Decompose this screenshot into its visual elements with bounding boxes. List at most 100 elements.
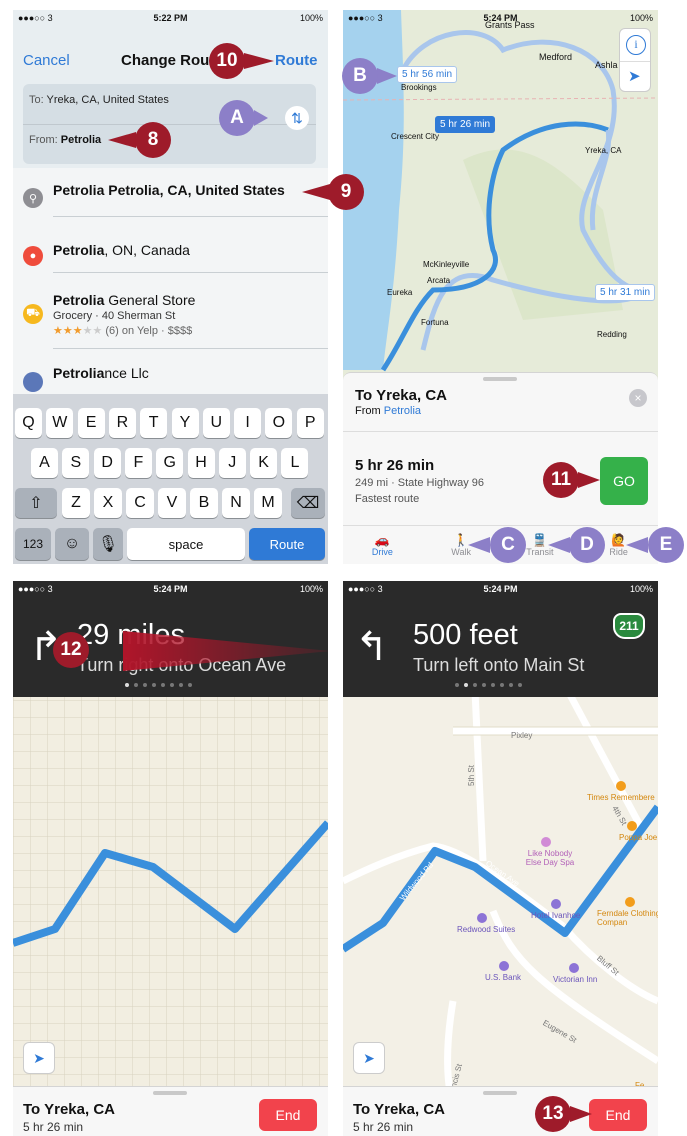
tab-drive[interactable]: 🚗 Drive <box>343 527 422 564</box>
key-k[interactable]: K <box>250 448 278 478</box>
key-q[interactable]: Q <box>15 408 42 438</box>
spa-icon[interactable] <box>541 837 551 847</box>
key-e[interactable]: E <box>77 408 105 438</box>
carrier: ●●●○○ 3 <box>18 13 53 23</box>
poi-label: Ferndale Clothing Compan <box>597 909 658 927</box>
list-item[interactable]: ⛟ Petrolia General Store Grocery · 40 Sh… <box>13 274 328 348</box>
hotel-icon[interactable] <box>551 899 561 909</box>
key-u[interactable]: U <box>202 408 230 438</box>
maneuver-instruction: Turn left onto Main St <box>413 655 585 675</box>
route-key[interactable]: Route <box>249 528 325 560</box>
key-z[interactable]: Z <box>62 488 90 518</box>
close-icon[interactable]: × <box>629 389 647 407</box>
key-b[interactable]: B <box>190 488 218 518</box>
page-dots <box>125 683 192 687</box>
key-l[interactable]: L <box>281 448 309 478</box>
callout-a: A <box>219 100 255 136</box>
poi-label: Victorian Inn <box>553 975 598 984</box>
list-item[interactable]: ⚲ Petrolia Petrolia, CA, United States <box>13 168 328 218</box>
poi-label: Hotel Ivanhoe <box>531 911 581 920</box>
list-item[interactable]: Petroliance Llc <box>13 350 328 398</box>
end-button[interactable]: End <box>589 1099 647 1131</box>
to-field[interactable]: To: Yreka, CA, United States <box>29 94 169 106</box>
status-bar: ●●●○○ 3 5:22 PM 100% <box>13 10 328 26</box>
key-w[interactable]: W <box>46 408 74 438</box>
route-time-bubble[interactable]: 5 hr 31 min <box>595 284 656 301</box>
destination-title: To Yreka, CA <box>353 1101 445 1118</box>
swap-icon[interactable]: ⇅ <box>285 106 309 130</box>
route-time-bubble[interactable]: 5 hr 56 min <box>397 66 458 83</box>
callout-d: D <box>569 527 605 563</box>
info-icon[interactable]: i <box>626 35 646 55</box>
hotel-icon[interactable] <box>477 913 487 923</box>
key-y[interactable]: Y <box>171 408 199 438</box>
grab-handle[interactable] <box>153 1091 187 1095</box>
carrier: ●●●○○ 3 <box>18 584 53 594</box>
route-details: 249 mi · State Highway 96 <box>355 477 485 489</box>
place-label: Arcata <box>427 276 451 285</box>
street-label: 5th St <box>466 765 476 786</box>
callout-pointer <box>244 53 274 69</box>
key-d[interactable]: D <box>93 448 121 478</box>
key-i[interactable]: I <box>234 408 262 438</box>
route-button[interactable]: Route <box>275 52 318 69</box>
place-label: Eureka <box>387 288 413 297</box>
map-grid <box>13 691 328 1136</box>
divider <box>343 431 658 432</box>
callout-pointer <box>626 537 648 553</box>
poi-label: Like Nobody Else Day Spa <box>525 849 575 867</box>
hotel-icon[interactable] <box>569 963 579 973</box>
key-v[interactable]: V <box>158 488 186 518</box>
callout-8: 8 <box>135 122 171 158</box>
shopping-icon[interactable] <box>625 897 635 907</box>
space-key[interactable]: space <box>127 528 245 560</box>
place-label: Yreka, CA <box>585 146 622 155</box>
key-x[interactable]: X <box>94 488 122 518</box>
key-a[interactable]: A <box>31 448 58 478</box>
go-button[interactable]: GO <box>600 457 648 505</box>
key-h[interactable]: H <box>187 448 215 478</box>
key-g[interactable]: G <box>156 448 184 478</box>
divider <box>343 525 658 526</box>
trip-eta: 5 hr 26 min <box>353 1120 414 1134</box>
key-r[interactable]: R <box>108 408 136 438</box>
page-title: Change Rou <box>121 52 210 69</box>
grab-handle[interactable] <box>483 1091 517 1095</box>
callout-pointer <box>108 132 136 148</box>
list-item[interactable]: ● Petrolia, ON, Canada <box>13 218 328 274</box>
location-icon[interactable]: ➤ <box>628 67 641 85</box>
key-m[interactable]: M <box>254 488 282 518</box>
cancel-button[interactable]: Cancel <box>23 52 70 69</box>
restaurant-icon[interactable] <box>627 821 637 831</box>
key-j[interactable]: J <box>218 448 246 478</box>
callout-pointer <box>302 184 330 200</box>
route-fields: To: Yreka, CA, United States From: Petro… <box>23 84 316 164</box>
emoji-icon[interactable]: ☺ <box>55 528 89 560</box>
backspace-key[interactable]: ⌫ <box>291 488 325 518</box>
key-p[interactable]: P <box>296 408 324 438</box>
suggestion-title: Petrolia Petrolia, CA, United States <box>53 182 285 198</box>
microphone-icon[interactable]: 🎙 <box>93 528 123 560</box>
route-time-bubble[interactable]: 5 hr 26 min <box>435 116 496 133</box>
key-s[interactable]: S <box>62 448 90 478</box>
trip-card: To Yreka, CA 5 hr 26 min End <box>13 1086 328 1136</box>
bank-icon[interactable] <box>499 961 509 971</box>
end-button[interactable]: End <box>259 1099 317 1131</box>
navigation-screen: Pixley 5th St 4th St Wildwood Rd Ocean A… <box>343 581 658 1136</box>
route-header: Cancel Change Rou Route To: Yreka, CA, U… <box>13 26 328 186</box>
clock: 5:24 PM <box>483 584 518 594</box>
location-icon[interactable]: ➤ <box>23 1042 55 1074</box>
turn-left-icon: ↰ <box>355 625 389 669</box>
numbers-key[interactable]: 123 <box>15 528 51 560</box>
grab-handle[interactable] <box>483 377 517 381</box>
key-o[interactable]: O <box>265 408 293 438</box>
restaurant-icon[interactable] <box>616 781 626 791</box>
key-c[interactable]: C <box>126 488 154 518</box>
key-t[interactable]: T <box>140 408 168 438</box>
key-n[interactable]: N <box>222 488 250 518</box>
location-icon[interactable]: ➤ <box>353 1042 385 1074</box>
key-f[interactable]: F <box>124 448 152 478</box>
from-field[interactable]: From: Petrolia <box>29 134 101 146</box>
divider <box>53 272 328 273</box>
shift-key[interactable]: ⇧ <box>15 488 57 518</box>
